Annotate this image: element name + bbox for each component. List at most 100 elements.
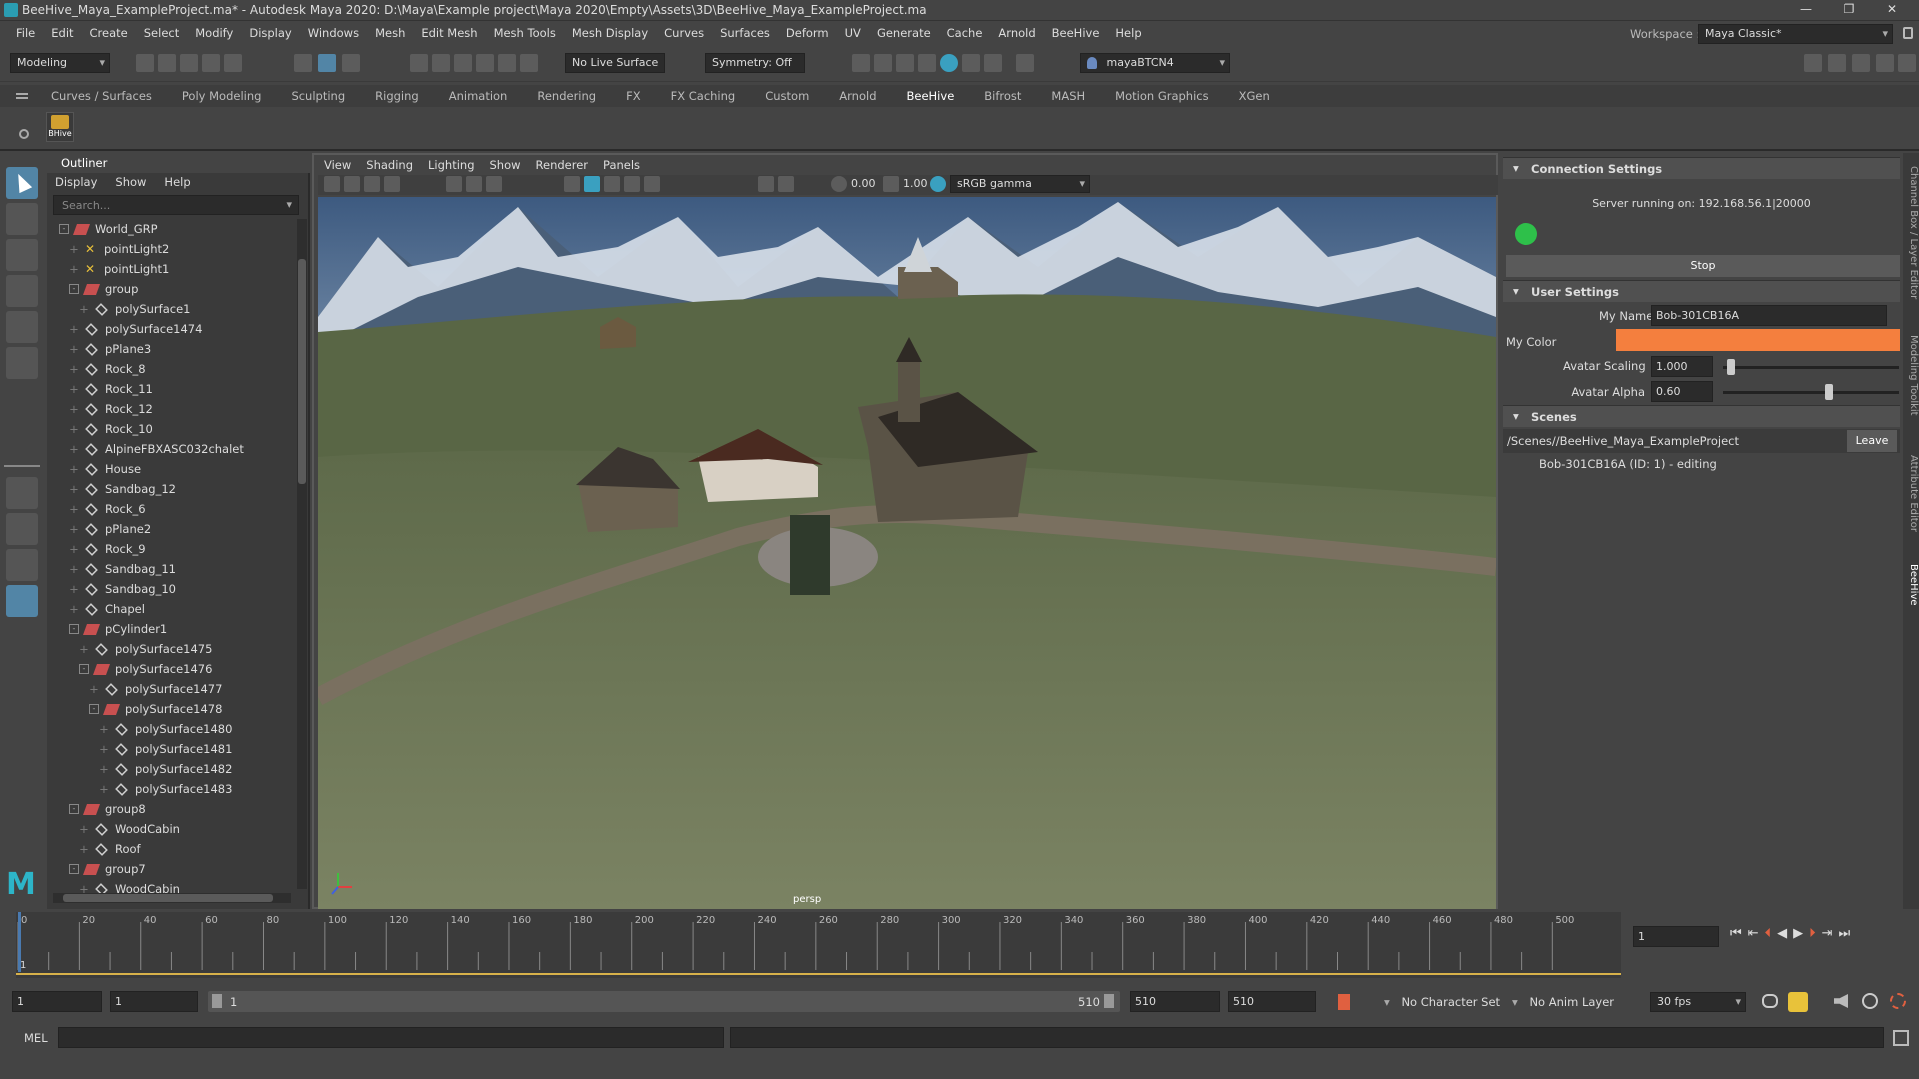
- expand-toggle-icon[interactable]: -: [69, 624, 79, 634]
- sound-icon[interactable]: [1834, 994, 1848, 1008]
- anim-layer-dropdown[interactable]: ▾ No Anim Layer: [1512, 995, 1614, 1009]
- scene-end-field[interactable]: 510: [1228, 991, 1316, 1012]
- outliner-layout-icon[interactable]: [6, 585, 38, 617]
- expand-toggle-icon[interactable]: -: [79, 664, 89, 674]
- textured-icon[interactable]: [604, 176, 620, 192]
- menu-cache[interactable]: Cache: [939, 26, 991, 40]
- render-setup-icon[interactable]: [962, 54, 980, 72]
- menu-set-dropdown[interactable]: Modeling ▾: [10, 53, 110, 73]
- snap-vertex-icon[interactable]: [520, 54, 538, 72]
- outliner-item[interactable]: + Rock_10: [47, 419, 292, 439]
- outliner-item[interactable]: + polySurface1474: [47, 319, 292, 339]
- outliner-item[interactable]: - group: [47, 279, 292, 299]
- viewport-menu-lighting[interactable]: Lighting: [428, 158, 474, 172]
- bookmark-icon[interactable]: [364, 176, 380, 192]
- script-editor-icon[interactable]: [1893, 1030, 1909, 1046]
- xray-icon[interactable]: [778, 176, 794, 192]
- viewport-menu-panels[interactable]: Panels: [603, 158, 640, 172]
- menu-surfaces[interactable]: Surfaces: [712, 26, 778, 40]
- image-plane-icon[interactable]: [384, 176, 400, 192]
- smooth-shade-icon[interactable]: [584, 176, 600, 192]
- shelf-settings-icon[interactable]: [19, 129, 29, 139]
- expand-toggle-icon[interactable]: -: [69, 864, 79, 874]
- outliner-item[interactable]: + Sandbag_12: [47, 479, 292, 499]
- outliner-menu-show[interactable]: Show: [115, 175, 146, 189]
- scale-tool-icon[interactable]: [6, 347, 38, 379]
- range-start-handle[interactable]: [212, 994, 222, 1008]
- outliner-item[interactable]: + Rock_12: [47, 399, 292, 419]
- workspace-dropdown[interactable]: Maya Classic* ▾: [1698, 24, 1893, 44]
- snap-surface-icon[interactable]: [498, 54, 516, 72]
- outliner-item[interactable]: - World_GRP: [47, 219, 292, 239]
- fps-dropdown[interactable]: 30 fps ▾: [1650, 992, 1746, 1012]
- step-back-key-icon[interactable]: ⇤: [1748, 926, 1759, 941]
- outliner-item[interactable]: + Sandbag_10: [47, 579, 292, 599]
- range-end-handle[interactable]: [1104, 994, 1114, 1008]
- lock-camera-icon[interactable]: [344, 176, 360, 192]
- timeline-track[interactable]: 0 20 40 60 80 100 120 140 160 180 200 220 240 260 280 3…: [16, 912, 1621, 978]
- open-scene-icon[interactable]: [158, 54, 176, 72]
- viewport-menu-show[interactable]: Show: [490, 158, 521, 172]
- shelf-tab-rendering[interactable]: Rendering: [522, 85, 611, 107]
- paint-select-tool-icon[interactable]: [6, 239, 38, 271]
- grid-icon[interactable]: [446, 176, 462, 192]
- outliner-item[interactable]: + Rock_11: [47, 379, 292, 399]
- move-tool-icon[interactable]: [6, 275, 38, 307]
- redo-icon[interactable]: [224, 54, 242, 72]
- outliner-item[interactable]: + AlpineFBXASC032chalet: [47, 439, 292, 459]
- lasso-tool-icon[interactable]: [6, 203, 38, 235]
- scenes-header[interactable]: ▾ Scenes: [1503, 405, 1900, 427]
- outliner-item[interactable]: + pPlane2: [47, 519, 292, 539]
- outliner-item[interactable]: - group8: [47, 799, 292, 819]
- ipr-render-icon[interactable]: [896, 54, 914, 72]
- two-view-layout-icon[interactable]: [6, 549, 38, 581]
- select-object-icon[interactable]: [318, 54, 336, 72]
- playback-speed-icon[interactable]: [1862, 993, 1878, 1009]
- sign-in-dropdown[interactable]: mayaBTCN4 ▾: [1080, 53, 1230, 73]
- camera-icon[interactable]: [324, 176, 340, 192]
- resolution-gate-icon[interactable]: [486, 176, 502, 192]
- live-surface-field[interactable]: No Live Surface: [565, 53, 665, 73]
- shelf-tab-bifrost[interactable]: Bifrost: [969, 85, 1036, 107]
- exposure-field[interactable]: 0.00: [851, 177, 881, 190]
- stop-button[interactable]: Stop: [1506, 255, 1900, 277]
- isolate-select-icon[interactable]: [758, 176, 774, 192]
- light-editor-icon[interactable]: [984, 54, 1002, 72]
- tool-settings-icon[interactable]: [1852, 54, 1870, 72]
- my-name-input[interactable]: Bob-301CB16A: [1651, 305, 1887, 326]
- outliner-item[interactable]: - polySurface1478: [47, 699, 292, 719]
- outliner-item[interactable]: - group7: [47, 859, 292, 879]
- outliner-item[interactable]: + polySurface1480: [47, 719, 292, 739]
- render-settings-icon[interactable]: [918, 54, 936, 72]
- auto-key-icon[interactable]: [1338, 994, 1350, 1010]
- command-input[interactable]: [58, 1027, 724, 1048]
- snap-view-icon[interactable]: [476, 54, 494, 72]
- play-backwards-icon[interactable]: ◀: [1777, 926, 1787, 941]
- outliner-item[interactable]: + polySurface1481: [47, 739, 292, 759]
- my-color-swatch[interactable]: [1616, 329, 1900, 351]
- outliner-item[interactable]: - polySurface1476: [47, 659, 292, 679]
- outliner-item[interactable]: + pPlane3: [47, 339, 292, 359]
- avatar-scaling-slider-track[interactable]: [1723, 366, 1899, 369]
- minimize-button[interactable]: —: [1786, 2, 1826, 18]
- shadows-icon[interactable]: [644, 176, 660, 192]
- avatar-alpha-field[interactable]: 0.60: [1651, 381, 1713, 402]
- outliner-item[interactable]: + polySurface1482: [47, 759, 292, 779]
- menu-mesh-display[interactable]: Mesh Display: [564, 26, 656, 40]
- shelf-tab-sculpting[interactable]: Sculpting: [276, 85, 360, 107]
- chevron-down-icon[interactable]: ▾: [286, 198, 292, 211]
- avatar-scaling-slider-handle[interactable]: [1727, 359, 1735, 375]
- outliner-item[interactable]: + Sandbag_11: [47, 559, 292, 579]
- render-view-icon[interactable]: [852, 54, 870, 72]
- shelf-tab-fx[interactable]: FX: [611, 85, 656, 107]
- colorspace-dropdown[interactable]: sRGB gamma ▾: [950, 175, 1090, 193]
- step-forward-key-icon[interactable]: ⇥: [1822, 926, 1833, 941]
- user-settings-header[interactable]: ▾ User Settings: [1503, 280, 1900, 302]
- exposure-icon[interactable]: [831, 176, 847, 192]
- outliner-item[interactable]: + polySurface1483: [47, 779, 292, 799]
- shelf-tab-animation[interactable]: Animation: [434, 85, 523, 107]
- snap-curve-icon[interactable]: [432, 54, 450, 72]
- gamma-field[interactable]: 1.00: [903, 177, 933, 190]
- character-set-dropdown[interactable]: ▾ No Character Set: [1384, 995, 1500, 1009]
- pause-render-icon[interactable]: [1016, 54, 1034, 72]
